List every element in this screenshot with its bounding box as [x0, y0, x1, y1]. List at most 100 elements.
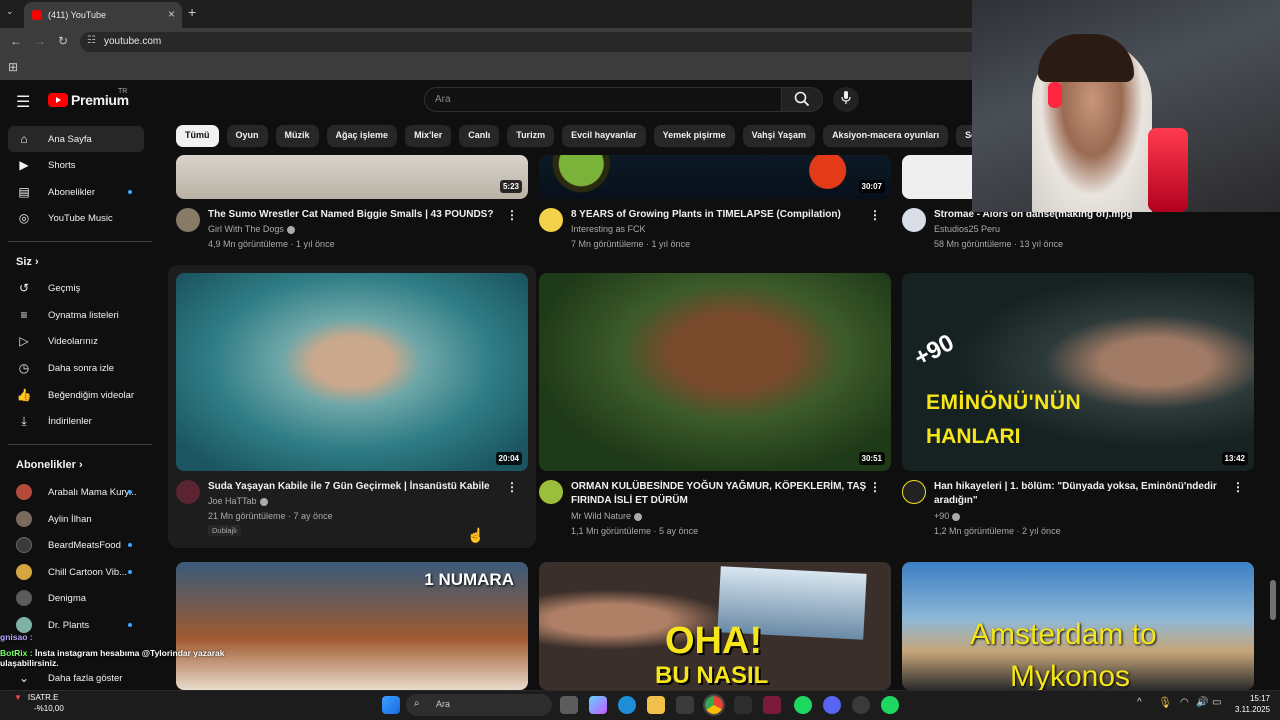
search-input[interactable]: Ara: [424, 87, 782, 112]
sidebar-item-liked-videos[interactable]: 👍 Beğendiğim videolar: [8, 382, 144, 408]
video-thumbnail[interactable]: 30:51: [539, 273, 891, 471]
channel-name-row[interactable]: Joe HaTTab: [208, 494, 268, 509]
chrome-icon[interactable]: [703, 694, 725, 716]
chip[interactable]: Tümü: [176, 125, 219, 147]
apps-icon[interactable]: ⊞: [8, 60, 18, 74]
video-title[interactable]: ORMAN KULÜBESİNDE YOĞUN YAĞMUR, KÖPEKLER…: [571, 480, 871, 508]
chip[interactable]: Evcil hayvanlar: [562, 125, 646, 147]
discord-icon[interactable]: [823, 696, 841, 714]
sidebar-item-channel[interactable]: BeardMeatsFood: [8, 532, 144, 558]
sidebar-item-history[interactable]: ↺ Geçmiş: [8, 275, 144, 301]
sidebar-item-home[interactable]: ⌂ Ana Sayfa: [8, 126, 144, 152]
store-icon[interactable]: [676, 696, 694, 714]
sidebar-item-subscriptions[interactable]: ▤ Abonelikler: [8, 179, 144, 205]
microphone-tray-icon[interactable]: 🎙: [1158, 696, 1172, 709]
close-tab-icon[interactable]: ×: [168, 7, 175, 21]
file-explorer-icon[interactable]: [647, 696, 665, 714]
more-options-icon[interactable]: ⋮: [869, 480, 881, 494]
spotify-icon[interactable]: [794, 696, 812, 714]
voice-search-button[interactable]: [833, 87, 859, 112]
copilot-icon[interactable]: [589, 696, 607, 714]
sidebar-item-label: BeardMeatsFood: [48, 539, 121, 551]
forward-icon[interactable]: →: [34, 34, 46, 48]
sidebar-item-watch-later[interactable]: ◷ Daha sonra izle: [8, 355, 144, 381]
chip[interactable]: Turizm: [507, 125, 555, 147]
more-options-icon[interactable]: ⋮: [1232, 480, 1244, 494]
channel-name[interactable]: Estudios25 Peru: [934, 222, 1000, 237]
youtube-premium-logo[interactable]: Premium TR: [48, 88, 129, 108]
chip[interactable]: Oyun: [226, 125, 268, 147]
video-thumbnail[interactable]: +90 EMİNÖNÜ'NÜN HANLARI 13:42: [902, 273, 1254, 471]
chip[interactable]: Canlı: [459, 125, 500, 147]
video-title[interactable]: The Sumo Wrestler Cat Named Biggie Small…: [208, 208, 508, 222]
video-thumbnail[interactable]: 30:07: [539, 155, 891, 199]
channel-avatar[interactable]: [902, 208, 926, 232]
sidebar-item-channel[interactable]: Denigma: [8, 585, 144, 611]
site-info-icon[interactable]: ☷: [87, 35, 96, 46]
search-button[interactable]: [781, 87, 823, 112]
channel-avatar[interactable]: [176, 480, 200, 504]
app-icon[interactable]: [763, 696, 781, 714]
menu-icon[interactable]: ☰: [16, 92, 30, 112]
more-options-icon[interactable]: ⋮: [506, 208, 518, 222]
channel-avatar[interactable]: [176, 208, 200, 232]
chat-user: BotRix :: [0, 648, 33, 658]
task-view-icon[interactable]: [560, 696, 578, 714]
sidebar-item-channel[interactable]: Arabalı Mama Kury...: [8, 479, 144, 505]
microphone-icon: [841, 91, 851, 104]
taskbar-search[interactable]: Ara: [406, 694, 552, 716]
back-icon[interactable]: ←: [10, 34, 22, 48]
sidebar-item-channel[interactable]: Chill Cartoon Vib...: [8, 559, 144, 585]
channel-name-row[interactable]: +90: [934, 509, 961, 524]
wifi-icon[interactable]: ◠: [1180, 697, 1189, 708]
section-you-heading[interactable]: Siz ›: [16, 256, 39, 268]
volume-icon[interactable]: 🔊: [1196, 697, 1208, 708]
video-thumbnail[interactable]: 1 NUMARA: [176, 562, 528, 690]
sidebar-item-channel[interactable]: Aylin İlhan: [8, 506, 144, 532]
clock[interactable]: 15:17 3.11.2025: [1228, 693, 1270, 715]
channel-avatar[interactable]: [539, 480, 563, 504]
app-icon[interactable]: [852, 696, 870, 714]
video-thumbnail[interactable]: OHA! BU NASIL: [539, 562, 891, 690]
chip[interactable]: Ağaç işleme: [326, 125, 398, 147]
new-tab-icon[interactable]: +: [188, 4, 196, 20]
chip[interactable]: Yemek pişirme: [653, 125, 735, 147]
battery-icon[interactable]: ▭: [1212, 697, 1221, 708]
stock-widget[interactable]: ▼ ISATR.E -%10,00: [14, 692, 64, 714]
sidebar-item-youtube-music[interactable]: ◎ YouTube Music: [8, 205, 144, 231]
chip[interactable]: Vahşi Yaşam: [742, 125, 816, 147]
app-icon[interactable]: [734, 696, 752, 714]
sidebar-item-your-videos[interactable]: ▷ Videolarınız: [8, 328, 144, 354]
reload-icon[interactable]: ↻: [58, 34, 68, 48]
chip[interactable]: Müzik: [275, 125, 319, 147]
sidebar-item-downloads[interactable]: ⤓ İndirilenler: [8, 408, 144, 434]
url-field[interactable]: ☷ youtube.com: [80, 32, 980, 52]
edge-icon[interactable]: [618, 696, 636, 714]
tray-chevron-icon[interactable]: ^: [1137, 697, 1142, 708]
video-thumbnail[interactable]: 5:23: [176, 155, 528, 199]
tab-list-icon[interactable]: ⌄: [6, 6, 14, 17]
more-options-icon[interactable]: ⋮: [869, 208, 881, 222]
video-title[interactable]: 8 YEARS of Growing Plants in TIMELAPSE (…: [571, 208, 871, 222]
scrollbar[interactable]: [1270, 580, 1276, 620]
video-thumbnail[interactable]: 20:04: [176, 273, 528, 471]
chip[interactable]: Aksiyon-macera oyunları: [823, 125, 949, 147]
video-title[interactable]: Suda Yaşayan Kabile ile 7 Gün Geçirmek |…: [208, 480, 508, 494]
spotify-icon[interactable]: [881, 696, 899, 714]
video-title[interactable]: Han hikayeleri | 1. bölüm: "Dünyada yoks…: [934, 480, 1234, 508]
section-subscriptions-heading[interactable]: Abonelikler ›: [16, 459, 83, 471]
channel-name-row[interactable]: Girl With The Dogs: [208, 222, 295, 237]
sidebar-item-shorts[interactable]: ▶ Shorts: [8, 152, 144, 178]
channel-name[interactable]: Interesting as FCK: [571, 222, 646, 237]
channel-avatar[interactable]: [902, 480, 926, 504]
sidebar-show-more[interactable]: ⌄ Daha fazla göster: [8, 665, 144, 691]
windows-start-icon[interactable]: [382, 696, 400, 714]
more-options-icon[interactable]: ⋮: [506, 480, 518, 494]
sidebar-item-playlists[interactable]: ≡ Oynatma listeleri: [8, 302, 144, 328]
video-stats: 1,1 Mn görüntüleme · 5 ay önce: [571, 526, 699, 536]
video-thumbnail[interactable]: Amsterdam to Mykonos: [902, 562, 1254, 690]
browser-tab[interactable]: (411) YouTube ×: [24, 2, 182, 28]
chip[interactable]: Mix'ler: [405, 125, 452, 147]
channel-name-row[interactable]: Mr Wild Nature: [571, 509, 643, 524]
channel-avatar[interactable]: [539, 208, 563, 232]
